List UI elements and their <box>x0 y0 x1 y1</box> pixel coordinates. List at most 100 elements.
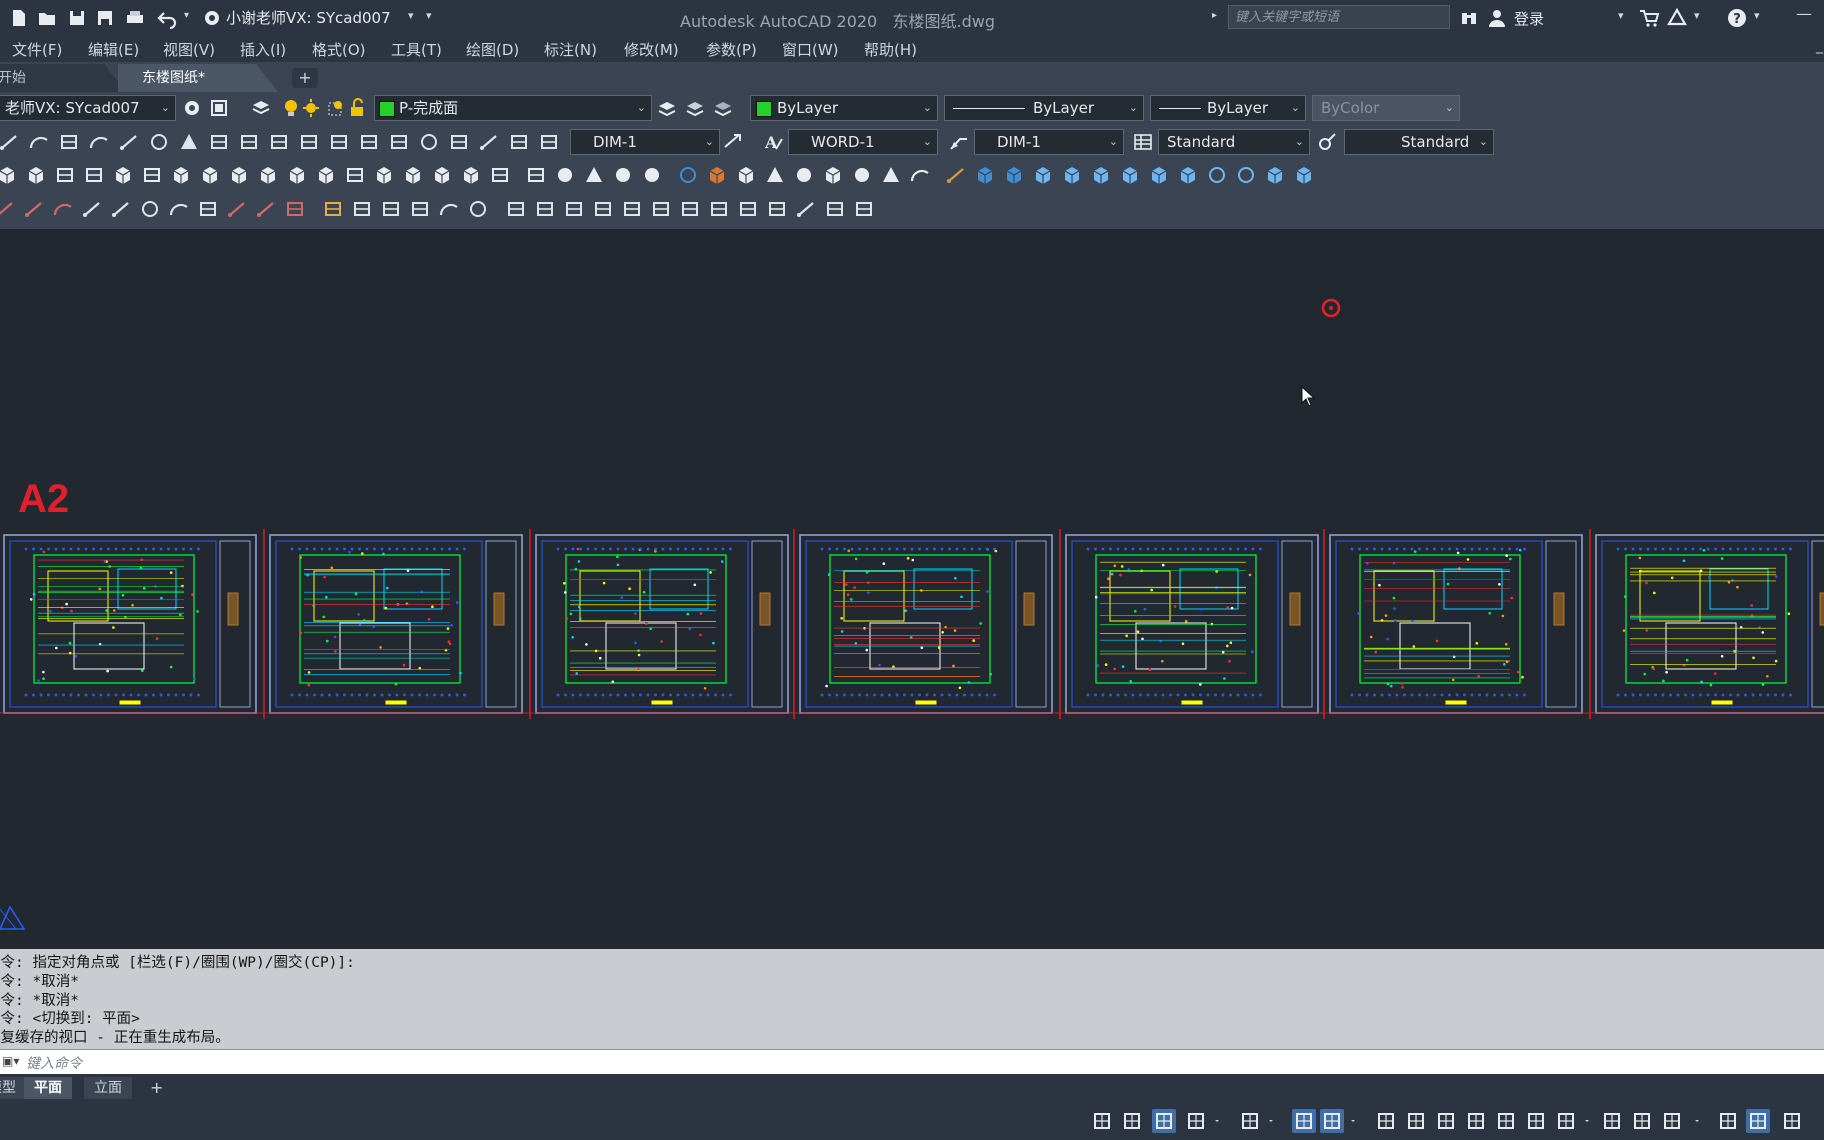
modify-tool-icon[interactable] <box>795 198 817 220</box>
modify-tool-icon[interactable] <box>679 198 701 220</box>
layer-dropdown[interactable]: P-完成面 ⌄ <box>374 95 652 121</box>
modeling-tool-icon[interactable] <box>764 164 786 186</box>
modify-tool-icon[interactable] <box>409 198 431 220</box>
dim-continue-icon[interactable] <box>298 131 320 153</box>
modify-tool-icon[interactable] <box>650 198 672 220</box>
mleader-style-icon[interactable] <box>948 131 970 153</box>
login-link[interactable]: 登录 <box>1514 8 1544 29</box>
modeling-tool-icon[interactable] <box>735 164 757 186</box>
menu-window[interactable]: 窗口(W) <box>782 39 839 60</box>
hardware-dropdown-icon[interactable] <box>1694 1109 1706 1133</box>
modify-tool-icon[interactable] <box>52 198 74 220</box>
modeling-tool-icon[interactable] <box>1090 164 1112 186</box>
dim-linear-icon[interactable] <box>208 131 230 153</box>
menu-minimize-icon[interactable]: _ <box>1816 38 1823 54</box>
snap-mode-icon[interactable] <box>1120 1109 1144 1133</box>
modeling-tool-icon[interactable] <box>1119 164 1141 186</box>
modeling-tool-icon[interactable] <box>315 164 337 186</box>
menu-dimension[interactable]: 标注(N) <box>544 39 597 60</box>
modeling-tool-icon[interactable] <box>1235 164 1257 186</box>
otrack-icon[interactable] <box>1292 1109 1316 1133</box>
modeling-tool-icon[interactable] <box>344 164 366 186</box>
modify-tool-icon[interactable] <box>824 198 846 220</box>
user-icon[interactable] <box>1486 7 1508 29</box>
modify-tool-icon[interactable] <box>438 198 460 220</box>
jogged-icon[interactable] <box>448 131 470 153</box>
modify-tool-icon[interactable] <box>592 198 614 220</box>
layer-viewport-freeze-icon[interactable] <box>326 97 344 119</box>
dyn-dropdown-icon[interactable] <box>1350 1109 1362 1133</box>
drawing-sheet[interactable] <box>1320 529 1588 719</box>
tab-plan[interactable]: 平面 <box>24 1077 72 1099</box>
text-edit-icon[interactable] <box>508 131 530 153</box>
modify-tool-icon[interactable] <box>110 198 132 220</box>
make-current-layer-icon[interactable] <box>656 97 678 119</box>
dimension-style-icon[interactable] <box>722 131 744 153</box>
isolate-objects-icon[interactable] <box>1716 1109 1740 1133</box>
modeling-tool-icon[interactable] <box>793 164 815 186</box>
quick-properties-icon[interactable] <box>1630 1109 1654 1133</box>
drawing-sheet[interactable] <box>1056 529 1324 719</box>
snap-grid-icon[interactable] <box>1090 1109 1114 1133</box>
modeling-tool-icon[interactable] <box>554 164 576 186</box>
modeling-tool-icon[interactable] <box>1264 164 1286 186</box>
modify-tool-icon[interactable] <box>255 198 277 220</box>
modify-tool-icon[interactable] <box>81 198 103 220</box>
clean-screen-icon[interactable] <box>1746 1109 1770 1133</box>
modeling-tool-icon[interactable] <box>431 164 453 186</box>
menu-help[interactable]: 帮助(H) <box>864 39 917 60</box>
modeling-tool-icon[interactable] <box>706 164 728 186</box>
save-as-icon[interactable] <box>94 7 116 29</box>
cart-icon[interactable] <box>1638 7 1660 29</box>
workspace-dropdown-icon[interactable]: ▾ <box>408 9 414 22</box>
modeling-tool-icon[interactable] <box>0 164 18 186</box>
arc-icon[interactable] <box>28 131 50 153</box>
layer-previous-icon[interactable] <box>684 97 706 119</box>
modeling-tool-icon[interactable] <box>1206 164 1228 186</box>
modify-tool-icon[interactable] <box>853 198 875 220</box>
help-dropdown-icon[interactable]: ▾ <box>1754 9 1760 22</box>
workspace-name[interactable]: 小谢老师VX: SYcad007 <box>226 7 454 29</box>
polar-icon[interactable] <box>1184 1109 1208 1133</box>
modeling-tool-icon[interactable] <box>199 164 221 186</box>
menu-draw[interactable]: 绘图(D) <box>466 39 519 60</box>
menu-format[interactable]: 格式(O) <box>312 39 366 60</box>
modeling-tool-icon[interactable] <box>1148 164 1170 186</box>
modeling-tool-icon[interactable] <box>525 164 547 186</box>
dim-baseline-icon[interactable] <box>268 131 290 153</box>
transparency-icon[interactable] <box>1404 1109 1428 1133</box>
layer-properties-icon[interactable] <box>250 97 272 119</box>
workspace-dropdown-icon[interactable] <box>1584 1109 1596 1133</box>
minimize-icon[interactable]: — <box>1796 4 1812 23</box>
modeling-tool-icon[interactable] <box>583 164 605 186</box>
dim-style-dropdown[interactable]: DIM-1 ⌄ <box>570 129 720 155</box>
modify-tool-icon[interactable] <box>505 198 527 220</box>
modeling-tool-icon[interactable] <box>1177 164 1199 186</box>
text-style-dropdown[interactable]: WORD-1 ⌄ <box>788 129 938 155</box>
command-line[interactable]: ▣▾ 键入命令 <box>0 1049 1824 1075</box>
modify-tool-icon[interactable] <box>197 198 219 220</box>
spline-icon[interactable] <box>88 131 110 153</box>
menu-view[interactable]: 视图(V) <box>163 39 215 60</box>
lineweight-icon[interactable] <box>1374 1109 1398 1133</box>
leader-icon[interactable] <box>478 131 500 153</box>
modeling-tool-icon[interactable] <box>945 164 967 186</box>
customize-icon[interactable] <box>1780 1109 1804 1133</box>
help-icon[interactable]: ? <box>1726 7 1748 29</box>
polar-dropdown-icon[interactable] <box>1214 1109 1226 1133</box>
print-icon[interactable] <box>124 7 146 29</box>
modeling-tool-icon[interactable] <box>460 164 482 186</box>
modify-tool-icon[interactable] <box>737 198 759 220</box>
fullscreen-icon[interactable] <box>208 97 230 119</box>
new-tab-button[interactable]: + <box>292 68 318 88</box>
color-dropdown[interactable]: ByLayer ⌄ <box>750 95 938 121</box>
connect-dropdown-icon[interactable]: ▾ <box>1694 9 1700 22</box>
modify-tool-icon[interactable] <box>284 198 306 220</box>
menu-insert[interactable]: 插入(I) <box>240 39 286 60</box>
layer-thaw-sun-icon[interactable] <box>302 97 320 119</box>
linetype-dropdown[interactable]: ByLayer ⌄ <box>944 95 1144 121</box>
open-file-icon[interactable] <box>36 7 58 29</box>
command-prompt-icon[interactable]: ▣▾ <box>2 1054 19 1068</box>
3d-osnap-icon[interactable] <box>1464 1109 1488 1133</box>
modify-tool-icon[interactable] <box>621 198 643 220</box>
